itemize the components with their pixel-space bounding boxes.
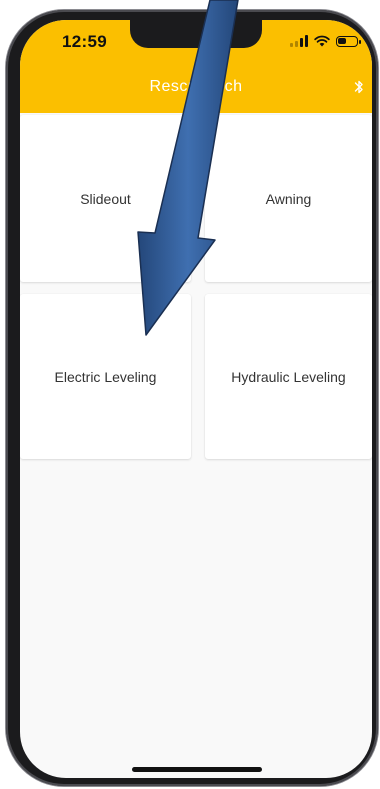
wifi-icon <box>314 35 330 47</box>
battery-icon <box>336 35 361 47</box>
tile-label: Hydraulic Leveling <box>231 368 346 385</box>
bluetooth-icon[interactable] <box>354 78 364 96</box>
tile-slideout[interactable]: Slideout <box>20 115 191 282</box>
screenshot-stage: 12:59 RescueTech Slideout Awning Electri… <box>0 0 380 789</box>
signal-icon <box>290 35 308 47</box>
tile-hydraulic-leveling[interactable]: Hydraulic Leveling <box>205 294 372 459</box>
status-icons <box>290 33 361 49</box>
home-indicator <box>132 767 262 772</box>
phone-screen: 12:59 RescueTech Slideout Awning Electri… <box>20 20 372 778</box>
app-title: RescueTech <box>149 78 243 95</box>
status-time: 12:59 <box>62 32 107 51</box>
tile-label: Slideout <box>80 190 131 207</box>
dynamic-island <box>130 20 262 48</box>
tile-electric-leveling[interactable]: Electric Leveling <box>20 294 191 459</box>
tile-awning[interactable]: Awning <box>205 115 372 282</box>
tile-label: Electric Leveling <box>54 368 157 385</box>
phone-frame: 12:59 RescueTech Slideout Awning Electri… <box>6 10 378 786</box>
app-header: 12:59 RescueTech <box>20 20 372 113</box>
tile-label: Awning <box>265 190 312 207</box>
